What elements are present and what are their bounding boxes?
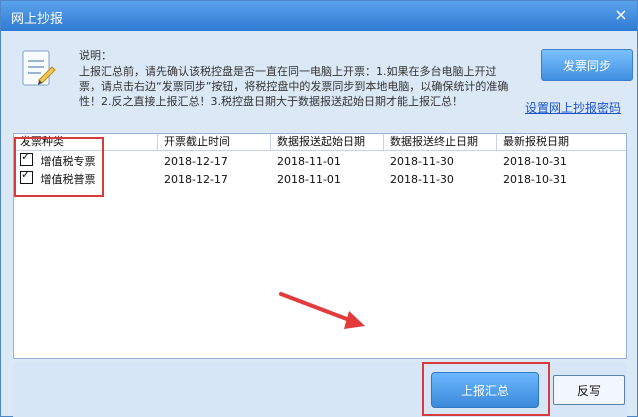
deadline-cell: 2018-12-17 [164, 172, 228, 186]
close-icon[interactable]: × [611, 6, 631, 24]
header-deadline: 开票截止时间 [158, 134, 271, 150]
deadline-cell: 2018-12-17 [164, 154, 228, 168]
online-report-window: 网上抄报 × 说明： 上报汇总前，请先确认该税控盘是否一直在同一电脑上开票：1.… [0, 0, 638, 417]
table-row[interactable]: 增值税专票 2018-12-17 2018-11-01 2018-11-30 2… [14, 150, 626, 170]
invoice-types-highlight [14, 137, 104, 197]
notepad-pencil-icon [22, 50, 56, 86]
table-row[interactable]: 增值税普票 2018-12-17 2018-11-01 2018-11-30 2… [14, 168, 626, 188]
latest-date-cell: 2018-10-31 [503, 154, 567, 168]
latest-date-cell: 2018-10-31 [503, 172, 567, 186]
header-end-date: 数据报送终止日期 [384, 134, 497, 150]
start-date-cell: 2018-11-01 [277, 154, 341, 168]
title-bar: 网上抄报 × [1, 1, 637, 31]
window-title: 网上抄报 [11, 12, 64, 27]
instruction-heading: 说明： [79, 49, 112, 62]
invoice-sync-button[interactable]: 发票同步 [541, 49, 633, 81]
back-write-button[interactable]: 反写 [553, 375, 625, 405]
submit-highlight [422, 362, 550, 416]
end-date-cell: 2018-11-30 [390, 154, 454, 168]
table-header: 发票种类 开票截止时间 数据报送起始日期 数据报送终止日期 最新报税日期 [14, 134, 626, 151]
instruction-text: 上报汇总前，请先确认该税控盘是否一直在同一电脑上开票：1.如果在多台电脑上开过票… [79, 65, 509, 108]
set-online-report-password-link[interactable]: 设置网上抄报密码 [525, 99, 621, 116]
instruction-panel: 说明： 上报汇总前，请先确认该税控盘是否一直在同一电脑上开票：1.如果在多台电脑… [9, 37, 633, 129]
header-latest-date: 最新报税日期 [503, 135, 569, 148]
header-start-date: 数据报送起始日期 [271, 134, 384, 150]
red-arrow-icon [279, 292, 365, 329]
start-date-cell: 2018-11-01 [277, 172, 341, 186]
end-date-cell: 2018-11-30 [390, 172, 454, 186]
